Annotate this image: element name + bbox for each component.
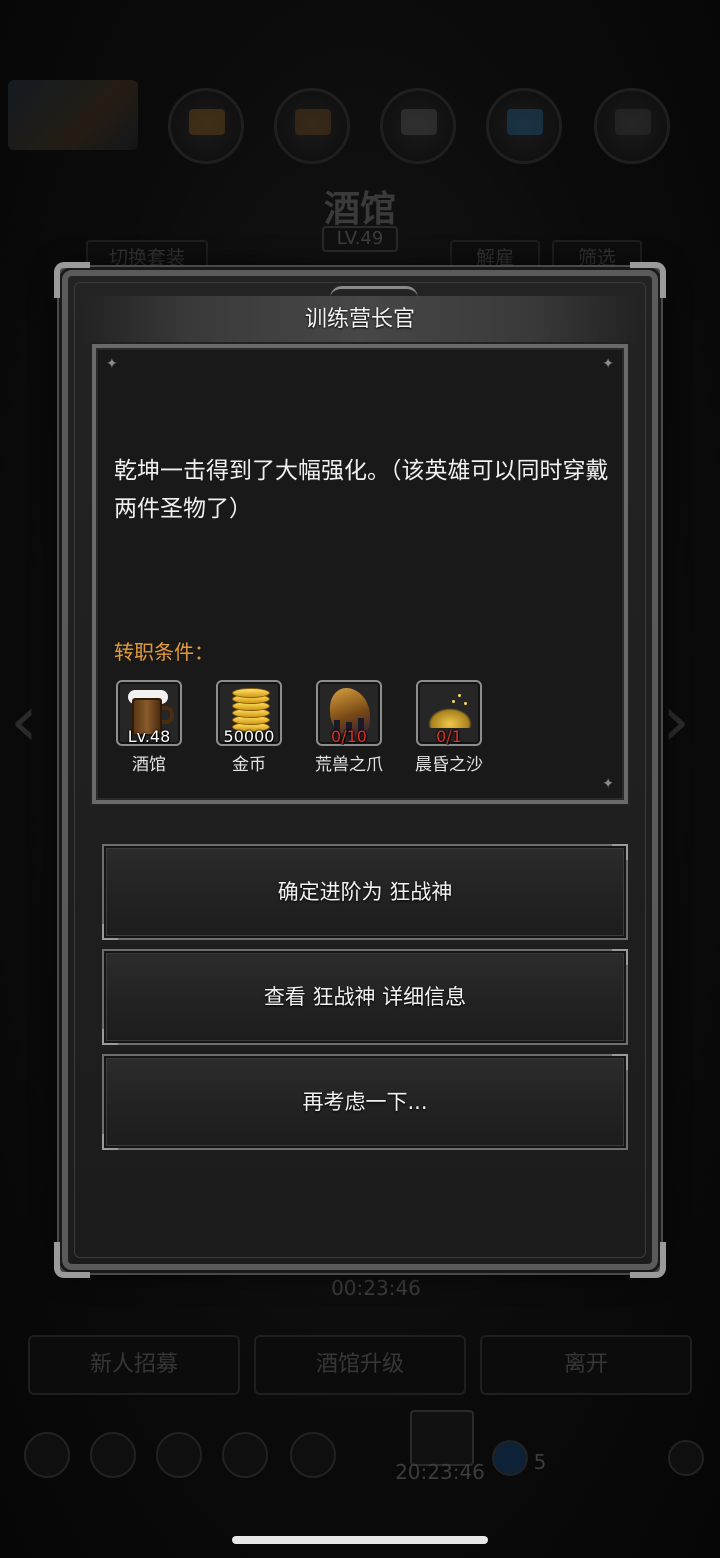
- beast-claw-icon[interactable]: 0/10: [316, 680, 382, 746]
- sparkle-icon: ✦: [602, 356, 614, 372]
- twilight-sand-icon[interactable]: 0/1: [416, 680, 482, 746]
- skill-description: 乾坤一击得到了大幅强化。（该英雄可以同时穿戴两件圣物了）: [114, 458, 609, 522]
- tavern-upgrade-button[interactable]: 酒馆升级: [254, 1335, 466, 1395]
- bottom-nav-icon[interactable]: [156, 1432, 202, 1478]
- view-class-details-button[interactable]: 查看 狂战神 详细信息: [102, 949, 628, 1045]
- bottom-nav-icon[interactable]: [24, 1432, 70, 1478]
- chest-timer: 20:23:46: [395, 1460, 485, 1484]
- recruit-timer: 00:23:46: [331, 1276, 421, 1300]
- menu-round-button[interactable]: [486, 88, 562, 164]
- add-icon[interactable]: [668, 1440, 704, 1476]
- beer-mug-icon[interactable]: Lv.48: [116, 680, 182, 746]
- requirement-count: 0/10: [331, 727, 367, 746]
- requirements-title: 转职条件：: [114, 640, 214, 664]
- frame-ornament: [630, 262, 666, 298]
- requirement-count: Lv.48: [127, 727, 171, 746]
- dialog-content-box: ✦ ✦ ✦ 乾坤一击得到了大幅强化。（该英雄可以同时穿戴两件圣物了） 转职条件：…: [92, 344, 628, 804]
- requirement-count: 50000: [223, 727, 275, 746]
- confirm-advance-button[interactable]: 确定进阶为 狂战神: [102, 844, 628, 940]
- class-advance-dialog: 训练营长官 ✦ ✦ ✦ 乾坤一击得到了大幅强化。（该英雄可以同时穿戴两件圣物了）…: [54, 262, 666, 1278]
- bottom-nav-icon[interactable]: [290, 1432, 336, 1478]
- dialog-title-bar: 训练营长官: [82, 286, 638, 344]
- frame-ornament: [54, 262, 90, 298]
- requirement-item[interactable]: 0/1 晨昏之沙: [414, 680, 484, 775]
- menu-round-button[interactable]: [380, 88, 456, 164]
- player-avatar[interactable]: [8, 80, 138, 150]
- menu-round-button[interactable]: [168, 88, 244, 164]
- requirement-label: 酒馆: [132, 755, 166, 775]
- requirement-label: 金币: [232, 755, 266, 775]
- screen-level: LV.49: [322, 226, 398, 252]
- sparkle-icon: ✦: [602, 776, 614, 792]
- requirement-item[interactable]: Lv.48 酒馆: [114, 680, 184, 775]
- requirement-count: 0/1: [436, 727, 462, 746]
- gem-count: 5: [533, 1450, 547, 1474]
- frame-ornament: [54, 1242, 90, 1278]
- prev-arrow-icon[interactable]: ‹: [10, 680, 38, 762]
- sparkle-icon: ✦: [106, 356, 118, 372]
- requirements-list: Lv.48 酒馆 50000 金币 0/10 荒兽之爪 0/1 晨昏之沙: [114, 680, 484, 775]
- frame-ornament: [630, 1242, 666, 1278]
- treasure-chest-icon[interactable]: [410, 1410, 474, 1466]
- top-bar: [0, 70, 720, 164]
- next-arrow-icon[interactable]: ›: [662, 680, 690, 762]
- requirement-item[interactable]: 50000 金币: [214, 680, 284, 775]
- new-recruit-button[interactable]: 新人招募: [28, 1335, 240, 1395]
- menu-round-button[interactable]: [594, 88, 670, 164]
- dialog-title: 训练营长官: [304, 307, 415, 332]
- screen-title: 酒馆: [323, 188, 396, 230]
- menu-round-button[interactable]: [274, 88, 350, 164]
- home-indicator: [232, 1536, 488, 1544]
- reconsider-button[interactable]: 再考虑一下...: [102, 1054, 628, 1150]
- requirement-label: 晨昏之沙: [415, 755, 483, 775]
- leave-button[interactable]: 离开: [480, 1335, 692, 1395]
- bottom-nav-icon[interactable]: [90, 1432, 136, 1478]
- gold-coins-icon[interactable]: 50000: [216, 680, 282, 746]
- requirement-item[interactable]: 0/10 荒兽之爪: [314, 680, 384, 775]
- requirement-label: 荒兽之爪: [315, 755, 383, 775]
- bottom-nav-icon[interactable]: [222, 1432, 268, 1478]
